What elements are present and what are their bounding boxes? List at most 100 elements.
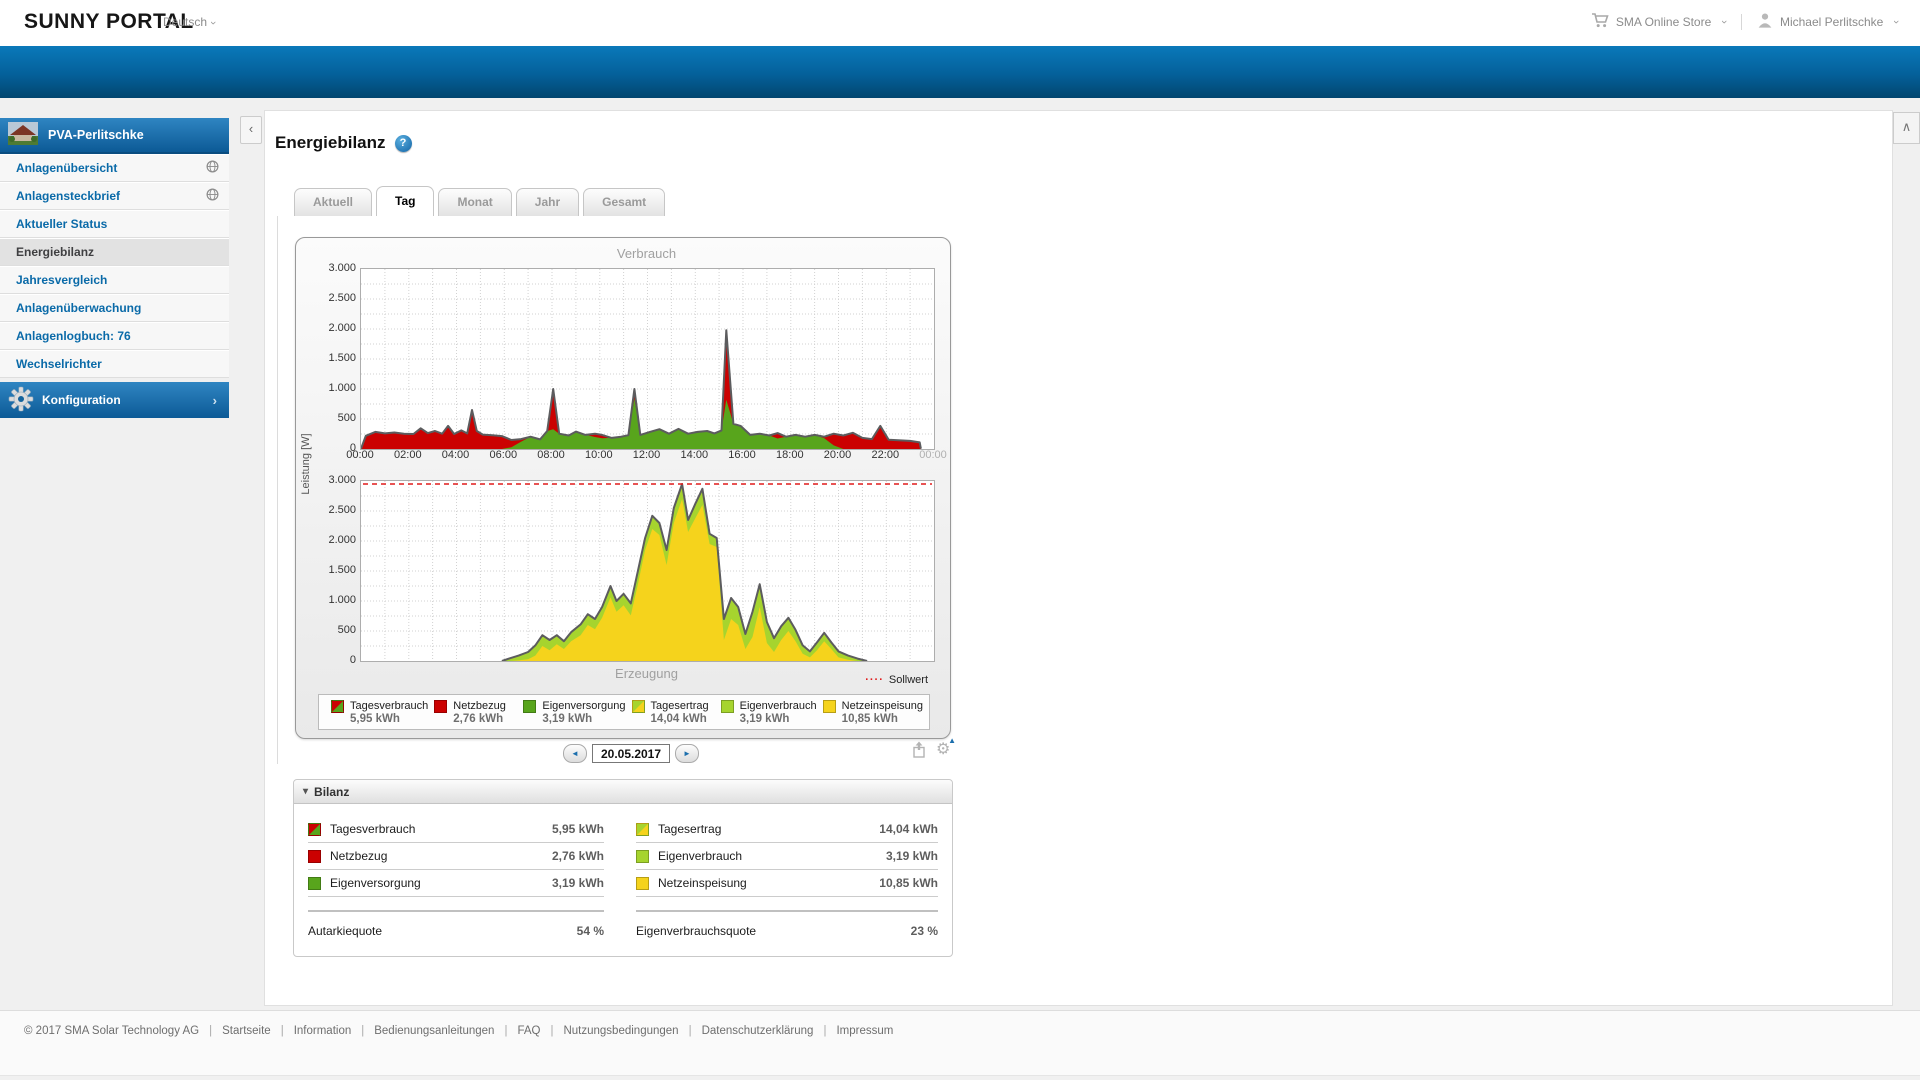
sidebar-item-label: Jahresvergleich [16,273,108,287]
legend-value: 2,76 kWh [453,712,504,725]
x-tick-label: 08:00 [537,449,565,461]
footer-link-bedienungsanleitungen[interactable]: Bedienungsanleitungen [374,1025,494,1037]
footer-link-information[interactable]: Information [294,1025,352,1037]
store-menu[interactable]: SMA Online Store [1616,15,1711,29]
bilanz-value: 10,85 kWh [879,876,938,890]
bilanz-value: 23 % [910,924,938,938]
user-icon [1757,12,1773,31]
scroll-top-button[interactable]: ∧ [1893,112,1920,144]
chevron-down-icon: › [1718,19,1731,24]
production-chart-title: Erzeugung [615,666,678,681]
bilanz-row-netzeinspeisung: Netzeinspeisung 10,85 kWh [636,870,938,897]
bilanz-row-eigenverbrauch: Eigenverbrauch 3,19 kWh [636,843,938,870]
y-tick-label: 0 [349,654,356,666]
globe-icon [206,160,219,176]
legend-item-tagesverbrauch: Tagesverbrauch 5,95 kWh [325,699,428,725]
sidebar-item-konfiguration[interactable]: Konfiguration › [0,382,229,418]
date-input[interactable] [592,744,670,763]
help-icon[interactable]: ? [394,134,412,152]
sidebar-item-label: Anlagenlogbuch: 76 [16,329,131,343]
sidebar-item-wechselrichter[interactable]: Wechselrichter [0,350,229,378]
tab-monat[interactable]: Monat [438,188,512,216]
netzbezug-swatch [434,699,448,713]
tab-panel-border [277,216,278,764]
legend-label: Tagesertrag [650,700,709,712]
legend-value: 3,19 kWh [739,712,790,725]
user-menu[interactable]: Michael Perlitschke [1780,15,1883,29]
globe-icon [206,188,219,204]
legend-item-eigenverbrauch: Eigenverbrauch 3,19 kWh [715,699,817,725]
eigenversorgung-swatch [523,699,537,713]
bilanz-label: Eigenverbrauch [658,849,743,863]
plant-header[interactable]: PVA-Perlitschke [0,118,229,154]
export-icon[interactable] [911,741,929,759]
chart-tools: ⚙ ▲ [911,736,956,759]
footer-link-faq[interactable]: FAQ [517,1025,540,1037]
footer-link-impressum[interactable]: Impressum [836,1025,893,1037]
bilanz-label: Eigenversorgung [330,876,421,890]
consumption-plot [360,268,935,450]
tab-aktuell[interactable]: Aktuell [294,188,373,216]
separator: | [280,1025,284,1037]
x-tick-label: 10:00 [585,449,613,461]
sidebar-item-label: Anlagensteckbrief [16,189,121,203]
chevron-down-icon: › [1890,19,1903,24]
separator: | [209,1025,213,1037]
sidebar-item-label: Anlagenüberwachung [16,301,142,315]
next-day-button[interactable]: ► [675,744,699,763]
eigenverbrauchsquote-row: Eigenverbrauchsquote 23 % [636,910,938,938]
bilanz-label: Tagesverbrauch [330,822,416,836]
legend-value: 10,85 kWh [841,712,898,725]
sidebar-item-energiebilanz[interactable]: Energiebilanz [0,238,229,266]
legend-label: Eigenversorgung [542,700,626,712]
prev-day-button[interactable]: ◄ [563,744,587,763]
bilanz-row-tagesverbrauch: Tagesverbrauch 5,95 kWh [308,816,604,843]
bilanz-header[interactable]: ▾ Bilanz [294,780,952,804]
energy-chart-box: Verbrauch Leistung [W] 3.000 2.500 2.000 1.… [295,237,951,739]
legend-item-tagesertrag: Tagesertrag 14,04 kWh [626,699,715,725]
bilanz-row-eigenversorgung: Eigenversorgung 3,19 kWh [308,870,604,897]
bilanz-label: Netzbezug [330,849,388,863]
language-selector[interactable]: Deutsch› [163,15,219,29]
sidebar-collapse-button[interactable]: ‹ [240,116,262,144]
page-title: Energiebilanz [275,133,386,152]
separator: | [361,1025,365,1037]
content-panel: Energiebilanz ? Aktuell Tag Monat Jahr G… [264,110,1893,1006]
sidebar-item-jahresvergleich[interactable]: Jahresvergleich [0,266,229,294]
sidebar-item-label: Wechselrichter [16,357,102,371]
eigenverbrauch-swatch [636,849,649,863]
bilanz-right-column: Tagesertrag 14,04 kWh Eigenverbrauch 3,19 … [636,816,938,938]
tab-jahr[interactable]: Jahr [515,188,580,216]
cart-icon [1591,12,1609,31]
production-y-axis: 3.000 2.500 2.000 1.500 1.000 500 0 [314,474,356,666]
tab-tag[interactable]: Tag [376,186,435,216]
x-tick-label: 14:00 [680,449,709,461]
sidebar-item-label: Anlagenübersicht [16,161,118,175]
collapse-triangle-icon: ▾ [303,786,309,797]
legend-item-eigenversorgung: Eigenversorgung 3,19 kWh [517,699,626,725]
x-tick-label: 12:00 [632,449,661,461]
x-tick-label: 00:00 [346,449,374,461]
y-tick-label: 1.500 [328,352,356,364]
sidebar-item-anlagenueberwachung[interactable]: Anlagenüberwachung [0,294,229,322]
y-tick-label: 3.000 [328,262,356,274]
tagesertrag-swatch [636,822,649,836]
bilanz-value: 3,19 kWh [551,876,604,890]
sidebar-item-anlagenuebersicht[interactable]: Anlagenübersicht [0,154,229,182]
tagesertrag-swatch [631,699,645,713]
settings-gear-icon[interactable]: ⚙ ▲ [936,736,956,759]
y-tick-label: 2.500 [328,292,356,304]
footer-link-datenschutzerklaerung[interactable]: Datenschutzerklärung [702,1025,814,1037]
legend-label: Eigenverbrauch [739,700,817,712]
sidebar-item-aktueller-status[interactable]: Aktueller Status [0,210,229,238]
sollwert-legend: ···· Sollwert [865,674,928,686]
production-plot [360,480,935,662]
x-tick-label: 06:00 [489,449,518,461]
tab-gesamt[interactable]: Gesamt [583,188,666,216]
footer-link-startseite[interactable]: Startseite [222,1025,271,1037]
top-header: SUNNY PORTAL Deutsch› SMA Online Store ›… [0,0,1920,46]
sollwert-line-sample: ···· [865,674,884,686]
sidebar-item-anlagensteckbrief[interactable]: Anlagensteckbrief [0,182,229,210]
sidebar-item-anlagenlogbuch[interactable]: Anlagenlogbuch: 76 [0,322,229,350]
footer-link-nutzungsbedingungen[interactable]: Nutzungsbedingungen [563,1025,678,1037]
